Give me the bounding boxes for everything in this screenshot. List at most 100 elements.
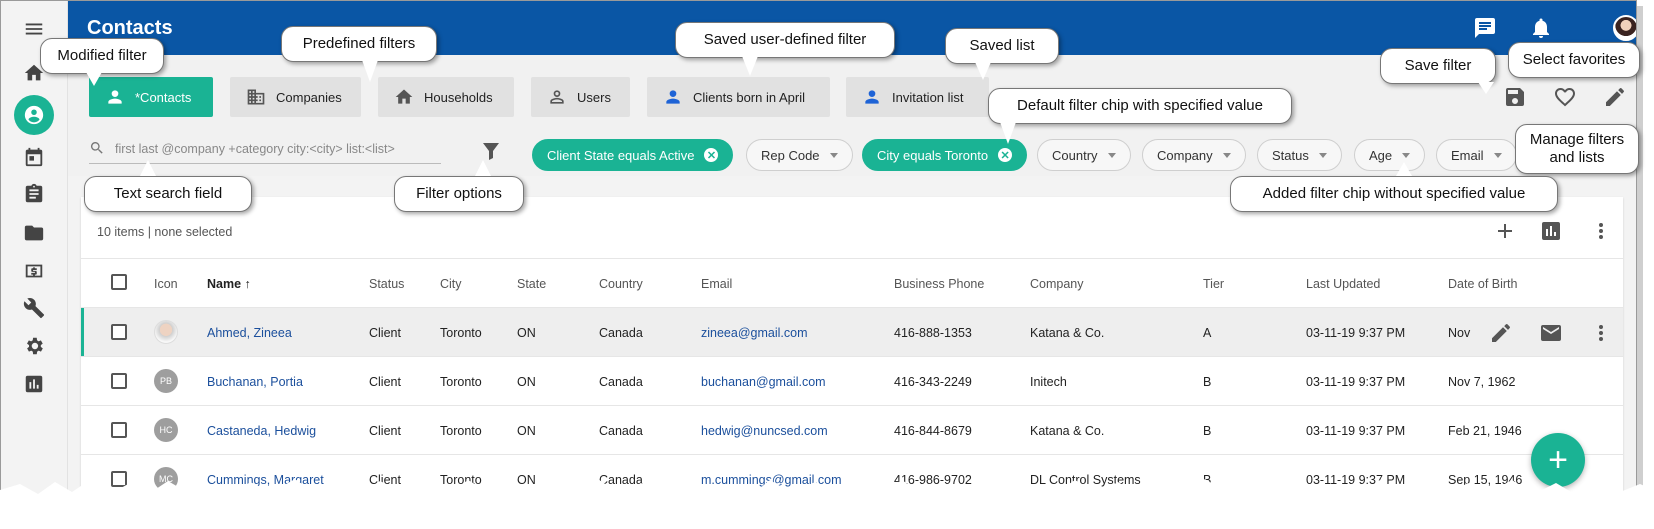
chip-email[interactable]: Email xyxy=(1436,139,1517,171)
callout-tail xyxy=(742,56,758,76)
search-input[interactable] xyxy=(113,137,437,161)
chip-rep-code[interactable]: Rep Code xyxy=(746,139,853,171)
col-company[interactable]: Company xyxy=(1030,277,1084,291)
divider xyxy=(81,454,1623,455)
person-icon xyxy=(108,90,122,104)
state-cell: ON xyxy=(517,375,536,389)
save-filter-icon[interactable] xyxy=(1503,85,1527,109)
tab-label: Companies xyxy=(276,89,342,105)
email-link[interactable]: buchanan@gmail.com xyxy=(701,375,826,389)
chip-label: Country xyxy=(1052,147,1098,163)
callout-modified-filter: Modified filter xyxy=(40,38,164,74)
email-link[interactable]: hedwig@nuncsed.com xyxy=(701,424,828,438)
contact-name-link[interactable]: Buchanan, Portia xyxy=(207,375,303,389)
callout-added-chip: Added filter chip without specified valu… xyxy=(1230,176,1558,212)
contact-name-link[interactable]: Ahmed, Zineea xyxy=(207,326,292,340)
clipboard-icon[interactable] xyxy=(22,182,46,206)
avatar xyxy=(154,320,178,344)
state-cell: ON xyxy=(517,326,536,340)
callout-tail xyxy=(362,60,378,82)
callout-tail xyxy=(975,62,991,80)
person-outline-icon xyxy=(550,90,564,104)
bell-icon[interactable] xyxy=(1529,16,1553,40)
chip-country[interactable]: Country xyxy=(1037,139,1131,171)
row-checkbox[interactable] xyxy=(111,422,127,438)
col-name[interactable]: Name ↑ xyxy=(207,277,251,291)
chip-label: Rep Code xyxy=(761,147,820,163)
chip-status[interactable]: Status xyxy=(1257,139,1342,171)
house-icon xyxy=(395,89,413,104)
col-email[interactable]: Email xyxy=(701,277,732,291)
col-state[interactable]: State xyxy=(517,277,546,291)
chip-age[interactable]: Age xyxy=(1354,139,1426,171)
col-country[interactable]: Country xyxy=(599,277,643,291)
callout-filter-options: Filter options xyxy=(394,176,524,212)
updated-cell: 03-11-19 9:37 PM xyxy=(1306,326,1406,340)
col-last-updated[interactable]: Last Updated xyxy=(1306,277,1380,291)
wrench-icon[interactable] xyxy=(22,296,46,320)
country-cell: Canada xyxy=(599,375,643,389)
chat-icon[interactable] xyxy=(1473,16,1497,40)
tab-clients-born-in-april[interactable]: Clients born in April xyxy=(647,77,830,117)
row-checkbox[interactable] xyxy=(111,324,127,340)
chart-icon[interactable] xyxy=(22,372,46,396)
person-icon xyxy=(666,90,680,104)
chevron-down-icon xyxy=(1493,152,1502,158)
tab-users[interactable]: Users xyxy=(531,77,630,117)
callout-tail xyxy=(86,72,102,86)
phone-cell: 416-343-2249 xyxy=(894,375,972,389)
tab-contacts[interactable]: *Contacts xyxy=(89,77,213,117)
mail-icon[interactable] xyxy=(1539,321,1563,345)
row-checkbox[interactable] xyxy=(111,373,127,389)
add-icon[interactable] xyxy=(1493,219,1517,243)
calendar-icon[interactable] xyxy=(22,145,46,169)
settings-icon[interactable] xyxy=(22,334,46,358)
callout-select-favorites: Select favorites xyxy=(1508,42,1640,78)
tier-cell: B xyxy=(1203,375,1212,389)
contacts-icon[interactable] xyxy=(14,95,54,135)
close-icon[interactable]: ✕ xyxy=(998,148,1013,162)
tab-companies[interactable]: Companies xyxy=(230,77,361,117)
more-vert-icon[interactable] xyxy=(1589,321,1613,345)
chip-label: City equals Toronto xyxy=(877,147,989,163)
chip-company[interactable]: Company xyxy=(1142,139,1246,171)
tab-label: Invitation list xyxy=(892,89,964,105)
col-city[interactable]: City xyxy=(440,277,462,291)
user-avatar[interactable] xyxy=(1613,15,1636,41)
col-tier[interactable]: Tier xyxy=(1203,277,1224,291)
contact-name-link[interactable]: Castaneda, Hedwig xyxy=(207,424,316,438)
edit-pencil-icon[interactable] xyxy=(1489,321,1513,345)
callout-text-search: Text search field xyxy=(84,176,252,212)
tab-label: Households xyxy=(424,89,493,105)
dob-cell: Feb 21, 1946 xyxy=(1448,424,1522,438)
chip-client-state[interactable]: Client State equals Active ✕ xyxy=(532,139,734,171)
chevron-down-icon xyxy=(1402,152,1411,158)
dollar-icon[interactable] xyxy=(22,259,46,283)
col-date-of-birth[interactable]: Date of Birth xyxy=(1448,277,1517,291)
country-cell: Canada xyxy=(599,424,643,438)
dob-cell: Nov 7, 1962 xyxy=(1448,375,1516,389)
email-link[interactable]: zineea@gmail.com xyxy=(701,326,807,340)
tab-households[interactable]: Households xyxy=(378,77,514,117)
chart-icon[interactable] xyxy=(1539,219,1563,243)
status-cell: Client xyxy=(369,326,401,340)
col-business-phone[interactable]: Business Phone xyxy=(894,277,984,291)
avatar: PB xyxy=(154,369,178,393)
folder-icon[interactable] xyxy=(22,221,46,245)
status-cell: Client xyxy=(369,424,401,438)
callout-saved-user-filter: Saved user-defined filter xyxy=(675,22,895,58)
sort-arrow-icon: ↑ xyxy=(244,277,251,291)
close-icon[interactable]: ✕ xyxy=(704,148,719,162)
edit-pencil-icon[interactable] xyxy=(1603,85,1627,109)
col-status[interactable]: Status xyxy=(369,277,404,291)
tab-invitation-list[interactable]: Invitation list xyxy=(846,77,989,117)
company-cell: Initech xyxy=(1030,375,1067,389)
favorite-heart-icon[interactable] xyxy=(1553,85,1577,109)
menu-icon[interactable] xyxy=(22,17,46,41)
more-vert-icon[interactable] xyxy=(1589,219,1613,243)
chevron-down-icon xyxy=(1222,152,1231,158)
divider xyxy=(81,405,1623,406)
item-count: 10 items | none selected xyxy=(97,225,233,239)
city-cell: Toronto xyxy=(440,424,482,438)
select-all-checkbox[interactable] xyxy=(111,274,127,290)
